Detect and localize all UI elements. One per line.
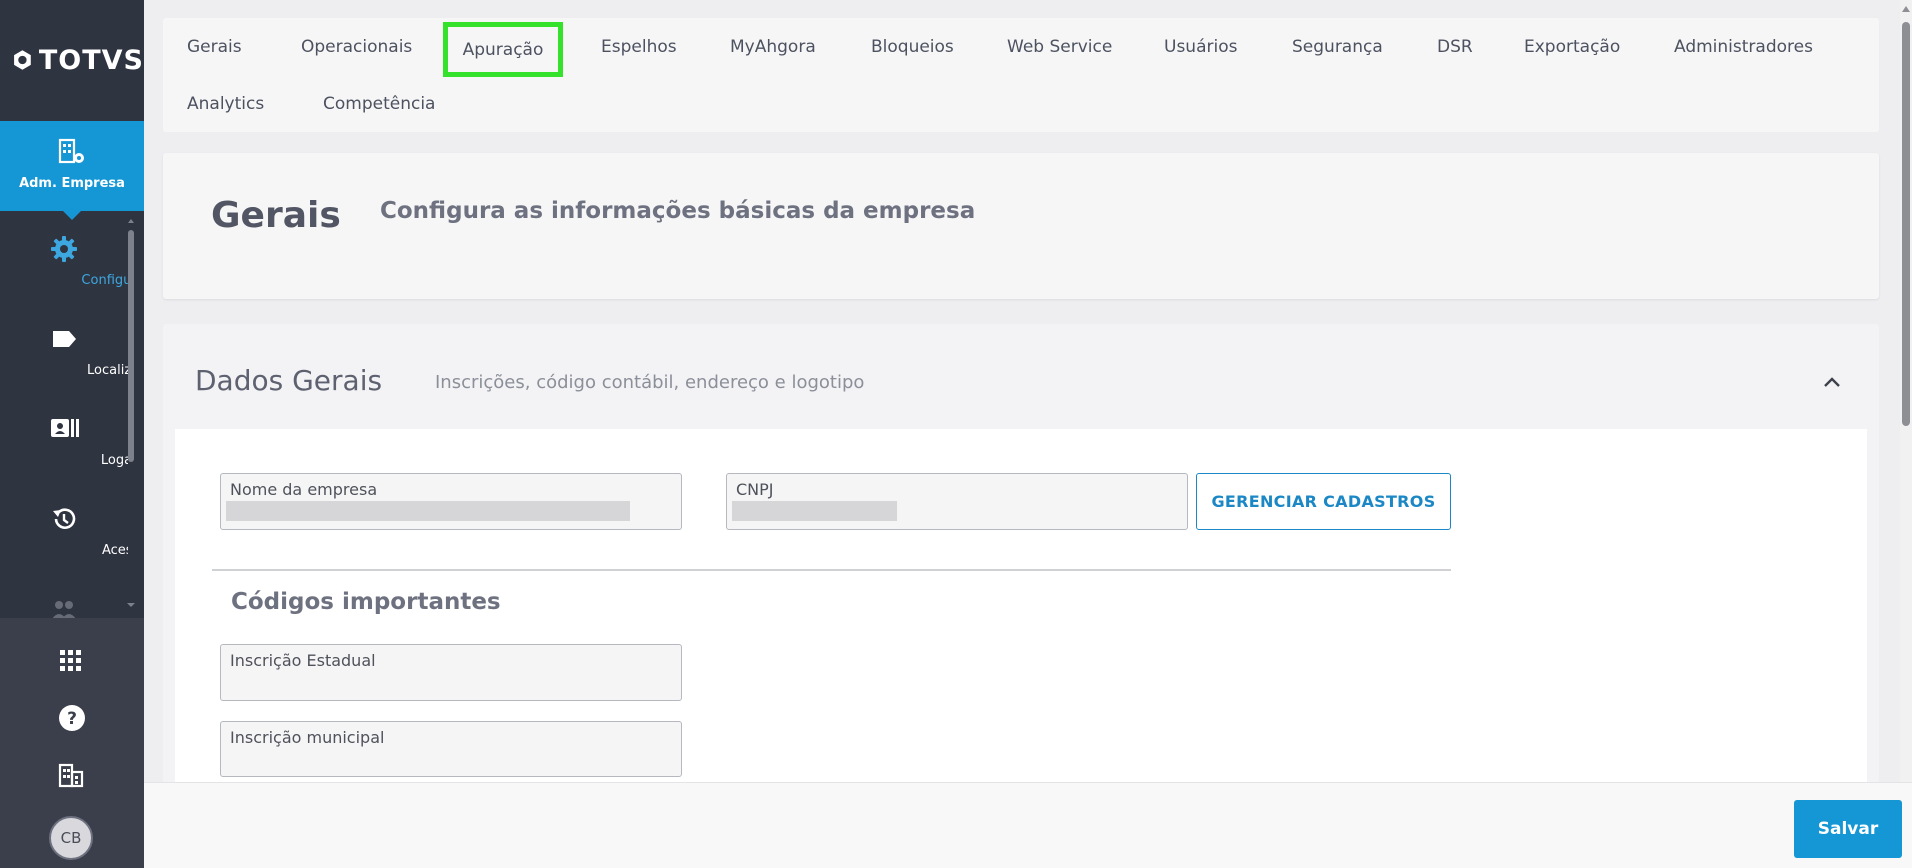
tab-administradores[interactable]: Administradores — [1650, 22, 1837, 72]
sidebar-item-acessos[interactable]: Acessos — [0, 481, 128, 571]
page-description: Configura as informações básicas da empr… — [380, 198, 976, 224]
page-title: Gerais — [211, 195, 341, 236]
manage-registrations-button[interactable]: GERENCIAR CADASTROS — [1196, 473, 1451, 530]
tab-gerais[interactable]: Gerais — [163, 22, 266, 72]
tab-analytics[interactable]: Analytics — [163, 79, 288, 129]
company-name-label: Nome da empresa — [230, 480, 378, 499]
state-registration-label: Inscrição Estadual — [230, 651, 376, 670]
sidebar-nav-list: Configurações Localizações Logados — [0, 211, 128, 618]
tab-espelhos[interactable]: Espelhos — [577, 22, 701, 72]
tab-web-service[interactable]: Web Service — [983, 22, 1136, 72]
settings-tabs: Gerais Operacionais Apuração Espelhos My… — [163, 18, 1879, 132]
tab-myahgora[interactable]: MyAhgora — [706, 22, 840, 72]
sidebar-item-localizacoes[interactable]: Localizações — [0, 301, 128, 391]
section-divider — [212, 569, 1451, 571]
dados-gerais-section: Dados Gerais Inscrições, código contábil… — [163, 324, 1879, 789]
svg-text:?: ? — [67, 709, 77, 729]
cnpj-label: CNPJ — [736, 480, 774, 499]
help-icon[interactable]: ? — [58, 704, 86, 732]
nav-adm-empresa[interactable]: Adm. Empresa — [0, 121, 144, 220]
tab-exportacao[interactable]: Exportação — [1500, 22, 1644, 72]
user-avatar[interactable]: CB — [49, 816, 93, 860]
sidebar: TOTVS Adm. Empresa Configurações — [0, 0, 144, 868]
apps-grid-icon[interactable] — [58, 648, 84, 674]
section-title: Dados Gerais — [195, 364, 383, 397]
main-scroll-thumb[interactable] — [1902, 22, 1910, 426]
company-name-value-redacted — [226, 501, 630, 521]
building-icon[interactable] — [58, 762, 84, 788]
sidebar-scrollbar[interactable] — [127, 218, 135, 608]
section-body: Nome da empresa CNPJ GERENCIAR CADASTROS… — [175, 429, 1867, 789]
save-button[interactable]: Salvar — [1794, 800, 1902, 858]
sidebar-item-acessos-label: Acessos — [101, 543, 128, 558]
gear-icon — [51, 236, 77, 262]
id-card-icon — [51, 419, 79, 437]
state-registration-field[interactable]: Inscrição Estadual — [220, 644, 682, 701]
footer-bar — [144, 782, 1912, 868]
sidebar-item-logados[interactable]: Logados — [0, 391, 128, 481]
brand-logo[interactable]: TOTVS — [0, 0, 144, 120]
municipal-registration-label: Inscrição municipal — [230, 728, 385, 747]
tag-icon — [53, 331, 76, 347]
sidebar-scroll-thumb[interactable] — [128, 230, 134, 462]
municipal-registration-field[interactable]: Inscrição municipal — [220, 721, 682, 777]
cnpj-value-redacted — [732, 501, 897, 521]
nav-adm-empresa-label: Adm. Empresa — [19, 176, 125, 191]
sidebar-item-localizacoes-label: Localizações — [87, 363, 128, 378]
section-subtitle: Inscrições, código contábil, endereço e … — [435, 372, 865, 393]
codes-heading: Códigos importantes — [231, 589, 501, 615]
tab-usuarios[interactable]: Usuários — [1140, 22, 1261, 72]
tab-competencia[interactable]: Competência — [299, 79, 459, 129]
company-name-field[interactable]: Nome da empresa — [220, 473, 682, 530]
sidebar-item-logados-label: Logados — [100, 453, 128, 468]
scroll-up-icon[interactable] — [1900, 4, 1912, 14]
cnpj-field[interactable]: CNPJ — [726, 473, 1188, 530]
sidebar-item-partial[interactable] — [0, 571, 128, 618]
tab-apuracao[interactable]: Apuração — [443, 22, 563, 77]
scroll-up-icon[interactable] — [128, 218, 134, 224]
totvs-logo-icon — [14, 50, 31, 70]
main-scrollbar[interactable] — [1900, 0, 1912, 782]
tab-dsr[interactable]: DSR — [1413, 22, 1497, 72]
scroll-down-icon[interactable] — [127, 602, 135, 608]
building-gear-icon — [58, 138, 84, 164]
users-icon — [52, 601, 76, 618]
page-header: Gerais Configura as informações básicas … — [163, 153, 1879, 299]
tab-seguranca[interactable]: Segurança — [1268, 22, 1407, 72]
brand-name: TOTVS — [38, 44, 144, 76]
chevron-up-icon[interactable] — [1823, 376, 1841, 388]
tab-operacionais[interactable]: Operacionais — [277, 22, 436, 72]
sidebar-item-configuracoes-label: Configurações — [81, 273, 128, 288]
history-icon — [53, 508, 76, 529]
tab-bloqueios[interactable]: Bloqueios — [847, 22, 978, 72]
sidebar-item-configuracoes[interactable]: Configurações — [0, 211, 128, 301]
